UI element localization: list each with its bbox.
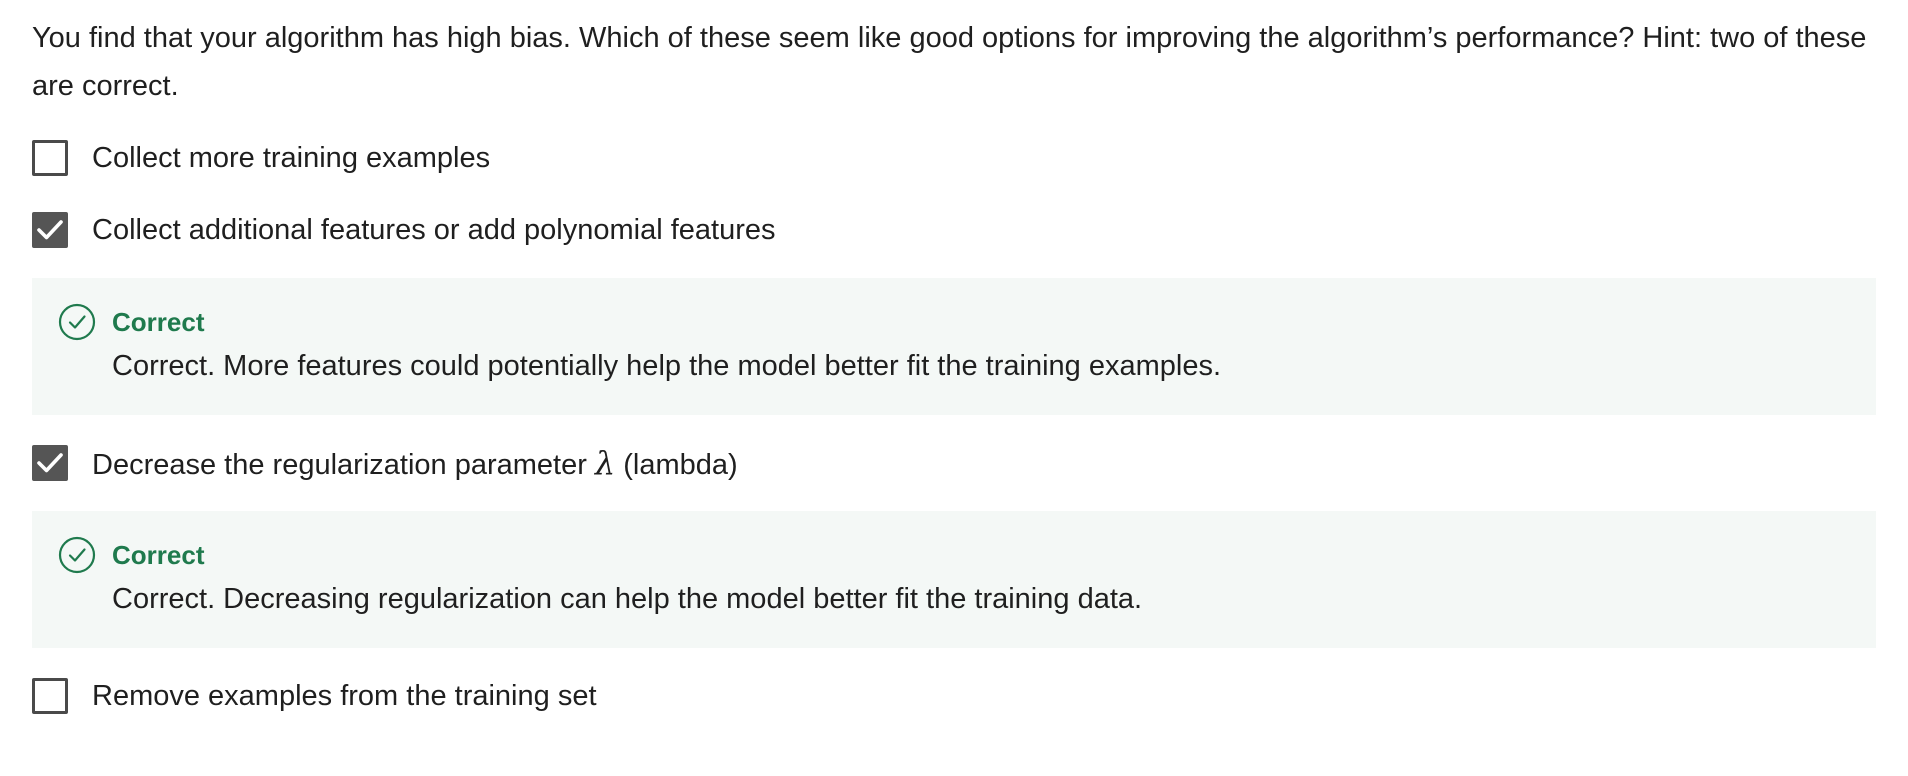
option-collect-more-examples[interactable]: Collect more training examples xyxy=(32,134,1876,182)
feedback-correct: Correct Correct. More features could pot… xyxy=(32,278,1876,415)
lambda-symbol: λ xyxy=(594,444,616,482)
checkbox-unchecked[interactable] xyxy=(32,140,68,176)
checkmark-icon xyxy=(37,453,63,473)
checkbox-unchecked[interactable] xyxy=(32,678,68,714)
checkbox-checked[interactable] xyxy=(32,212,68,248)
checkbox-checked[interactable] xyxy=(32,445,68,481)
option-label: Decrease the regularization parameter λ … xyxy=(92,444,738,482)
check-circle-icon xyxy=(58,536,96,574)
check-circle-icon xyxy=(58,303,96,341)
feedback-body: Correct. More features could potentially… xyxy=(112,350,1222,382)
feedback-correct: Correct Correct. Decreasing regularizati… xyxy=(32,511,1876,648)
option-label: Remove examples from the training set xyxy=(92,679,597,712)
feedback-title: Correct xyxy=(112,307,205,337)
checkmark-icon xyxy=(37,220,63,240)
option-label: Collect more training examples xyxy=(92,141,491,174)
question-text: You find that your algorithm has high bi… xyxy=(32,22,1867,102)
quiz-question-panel: You find that your algorithm has high bi… xyxy=(0,0,1908,776)
option-label-suffix: (lambda) xyxy=(615,449,738,481)
option-add-features[interactable]: Collect additional features or add polyn… xyxy=(32,206,1876,254)
option-remove-examples[interactable]: Remove examples from the training set xyxy=(32,672,1876,720)
option-decrease-lambda[interactable]: Decrease the regularization parameter λ … xyxy=(32,439,1876,487)
feedback-body: Correct. Decreasing regularization can h… xyxy=(112,583,1143,615)
feedback-title: Correct xyxy=(112,540,205,570)
option-label-text: Decrease the regularization parameter xyxy=(92,449,595,481)
option-label: Collect additional features or add polyn… xyxy=(92,213,776,246)
